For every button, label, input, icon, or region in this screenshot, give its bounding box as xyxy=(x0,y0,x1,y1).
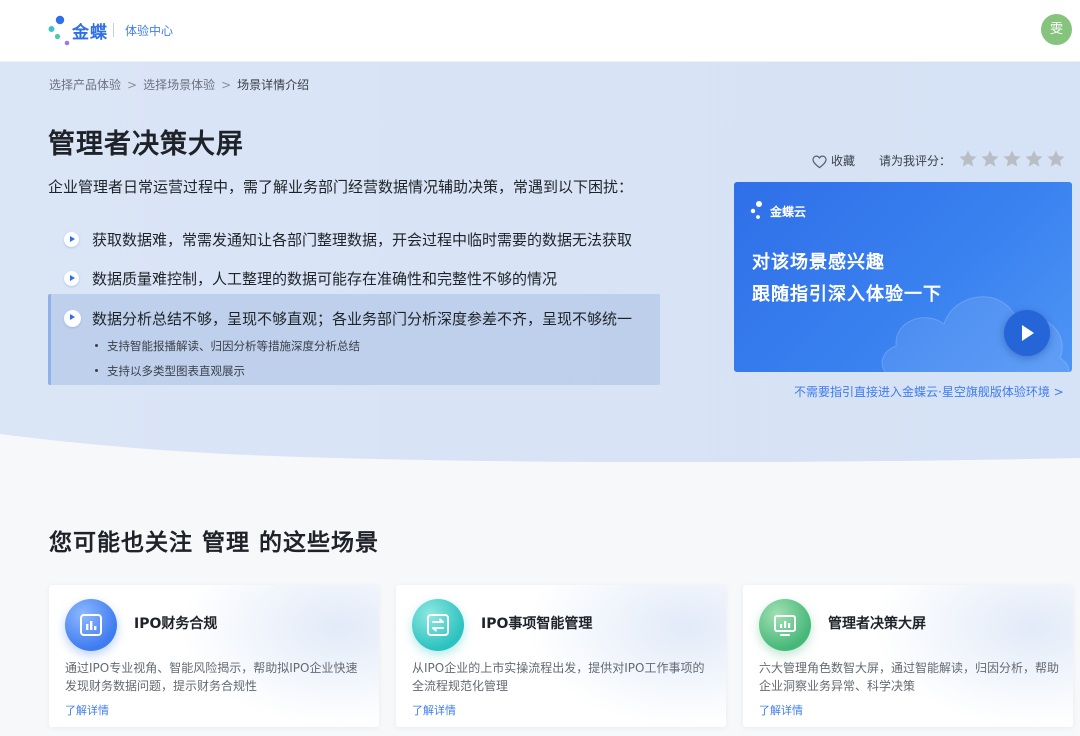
dashboard-icon xyxy=(759,599,811,651)
related-card-ipo-matters[interactable]: IPO事项智能管理 从IPO企业的上市实操流程出发，提供对IPO工作事项的全流程… xyxy=(396,585,726,727)
pain-point-item-active[interactable]: 数据分析总结不够，呈现不够直观；各业务部门分析深度参差不齐，呈现不够统一 xyxy=(64,308,632,329)
breadcrumb: 选择产品体验 > 选择场景体验 > 场景详情介绍 xyxy=(49,76,309,93)
related-card-decision-screen[interactable]: 管理者决策大屏 六大管理角色数智大屏，通过智能解读，归因分析，帮助企业洞察业务异… xyxy=(743,585,1073,727)
pain-point-text: 数据分析总结不够，呈现不够直观；各业务部门分析深度参差不齐，呈现不够统一 xyxy=(92,310,633,328)
pain-point-item[interactable]: 数据质量难控制，人工整理的数据可能存在准确性和完整性不够的情况 xyxy=(64,268,557,289)
card-title: IPO财务合规 xyxy=(134,616,218,632)
kingdee-cloud-logo-icon xyxy=(750,201,762,219)
card-details-link[interactable]: 了解详情 xyxy=(412,702,456,718)
star-icon[interactable] xyxy=(980,149,1000,169)
bar-chart-icon xyxy=(65,599,117,651)
card-decoration xyxy=(179,585,379,727)
star-icon[interactable] xyxy=(1046,149,1066,169)
brand-divider xyxy=(113,23,114,37)
breadcrumb-separator: > xyxy=(221,77,232,92)
rating-label: 请为我评分： xyxy=(879,154,952,168)
brand-name[interactable]: 金蝶 xyxy=(72,18,108,43)
brand-subtitle[interactable]: 体验中心 xyxy=(125,22,173,39)
play-bullet-icon xyxy=(64,310,81,327)
related-section-title: 您可能也关注 管理 的这些场景 xyxy=(49,530,380,556)
heart-icon xyxy=(812,155,827,168)
guided-tour-banner[interactable]: 金蝶云 对该场景感兴趣 跟随指引深入体验一下 xyxy=(734,182,1072,372)
pain-point-text: 获取数据难，常需发通知让各部门整理数据，开会过程中临时需要的数据无法获取 xyxy=(92,231,633,249)
star-icon[interactable] xyxy=(1024,149,1044,169)
star-icon[interactable] xyxy=(1002,149,1022,169)
card-title: 管理者决策大屏 xyxy=(828,616,926,632)
card-decoration xyxy=(526,585,726,727)
card-decoration xyxy=(873,585,1073,727)
rating-stars[interactable] xyxy=(958,148,1068,169)
pain-point-item[interactable]: 获取数据难，常需发通知让各部门整理数据，开会过程中临时需要的数据无法获取 xyxy=(64,229,632,250)
solution-sub-item: 支持智能报播解读、归因分析等措施深度分析总结 xyxy=(95,338,360,354)
top-bar: 金蝶 体验中心 雯 xyxy=(0,0,1080,62)
solution-sub-item-text: 支持以多类型图表直观展示 xyxy=(107,364,245,378)
card-description: 六大管理角色数智大屏，通过智能解读，归因分析，帮助企业洞察业务异常、科学决策 xyxy=(759,661,1060,693)
card-description: 通过IPO专业视角、智能风险揭示，帮助拟IPO企业快速发现财务数据问题，提示财务… xyxy=(65,661,358,693)
promo-headline: 对该场景感兴趣 xyxy=(752,252,885,273)
solution-sub-item: 支持以多类型图表直观展示 xyxy=(95,363,245,379)
breadcrumb-item-products[interactable]: 选择产品体验 xyxy=(49,78,121,92)
play-button[interactable] xyxy=(1004,310,1050,356)
breadcrumb-separator: > xyxy=(127,77,138,92)
related-card-ipo-finance[interactable]: IPO财务合规 通过IPO专业视角、智能风险揭示，帮助拟IPO企业快速发现财务数… xyxy=(49,585,379,727)
card-details-link[interactable]: 了解详情 xyxy=(65,702,109,718)
star-icon[interactable] xyxy=(958,149,978,169)
scenario-hero: 选择产品体验 > 选择场景体验 > 场景详情介绍 管理者决策大屏 企业管理者日常运营过程… xyxy=(0,62,1080,462)
kingdee-logo-icon[interactable] xyxy=(48,14,70,46)
scenario-intro: 企业管理者日常运营过程中，需了解业务部门经营数据情况辅助决策，常遇到以下困扰： xyxy=(48,178,634,196)
play-bullet-icon xyxy=(64,271,79,286)
promo-subheadline: 跟随指引深入体验一下 xyxy=(752,284,942,305)
breadcrumb-item-current: 场景详情介绍 xyxy=(237,78,310,92)
pain-point-text: 数据质量难控制，人工整理的数据可能存在准确性和完整性不够的情况 xyxy=(92,270,558,288)
card-details-link[interactable]: 了解详情 xyxy=(759,702,803,718)
solution-sub-item-text: 支持智能报播解读、归因分析等措施深度分析总结 xyxy=(107,339,360,353)
switch-icon xyxy=(412,599,464,651)
promo-brand: 金蝶云 xyxy=(770,205,807,219)
page-title: 管理者决策大屏 xyxy=(48,129,244,160)
card-title: IPO事项智能管理 xyxy=(481,616,593,632)
play-bullet-icon xyxy=(64,232,79,247)
breadcrumb-item-scenarios[interactable]: 选择场景体验 xyxy=(143,78,215,92)
user-avatar[interactable]: 雯 xyxy=(1041,14,1072,45)
favorite-label: 收藏 xyxy=(831,154,856,168)
direct-enter-link[interactable]: 不需要指引直接进入金蝶云·星空旗舰版体验环境 > xyxy=(794,383,1064,400)
favorite-button[interactable]: 收藏 xyxy=(812,152,855,169)
card-description: 从IPO企业的上市实操流程出发，提供对IPO工作事项的全流程规范化管理 xyxy=(412,661,705,693)
